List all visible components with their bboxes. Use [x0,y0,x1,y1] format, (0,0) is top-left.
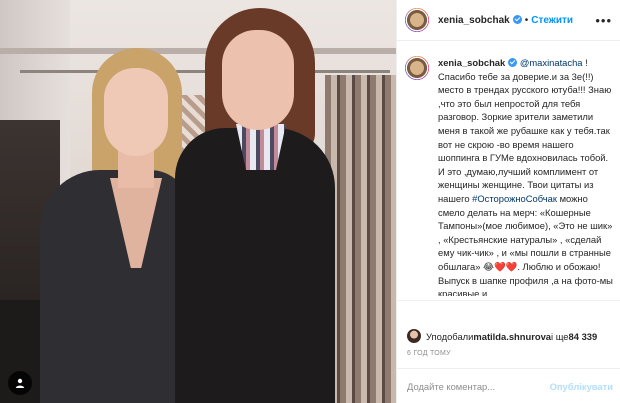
more-options-icon[interactable]: ••• [595,14,612,27]
post-timestamp[interactable]: 6 ГОД ТОМУ [407,350,451,357]
header-username-text[interactable]: xenia_sobchak [438,15,510,26]
caption-body-part-1: ! Спасибо тебе за доверие.и за 3е(!!) ме… [438,57,612,204]
separator-dot: • [524,14,529,26]
person-left-face [104,68,168,156]
person-left-body [40,170,190,403]
follow-button[interactable]: Стежити [531,15,573,26]
liker-username-link[interactable]: matilda.shnurova [473,331,551,342]
post-sidebar: xenia_sobchak • Стежити ••• xenia_sobcha… [396,0,620,403]
caption-text: xenia_sobchak @maxinatacha ! Спасибо теб… [438,56,613,296]
likes-middle: і ще [551,330,569,342]
background-clothes-right [325,75,396,403]
caption-body-part-2: можно смело делать на мерч: «Кошерные Та… [438,192,613,296]
divider [397,300,620,301]
likes-summary: Уподобали matilda.shnurova і ще 84 339 [407,329,597,343]
post-photo[interactable] [0,0,396,403]
background-shelf [0,48,396,54]
verified-badge-icon [508,58,518,67]
verified-badge-icon [512,14,522,24]
person-right-face [222,30,294,130]
person-tag-glyph [15,378,25,388]
caption-row: xenia_sobchak @maxinatacha ! Спасибо теб… [397,48,620,296]
caption-hashtag-link[interactable]: #ОсторожноСобчак [472,193,557,204]
instagram-post: xenia_sobchak • Стежити ••• xenia_sobcha… [0,0,620,403]
avatar[interactable] [405,8,429,32]
likes-count-link[interactable]: 84 339 [569,331,598,342]
caption-mention-link[interactable]: @maxinatacha [520,57,583,68]
header-username[interactable]: xenia_sobchak [438,14,522,26]
post-header: xenia_sobchak • Стежити ••• [397,0,620,41]
caption-scroll-area[interactable]: xenia_sobchak @maxinatacha ! Спасибо теб… [397,48,620,296]
liker-avatar[interactable] [407,329,421,343]
publish-button[interactable]: Опублікувати [550,381,613,392]
likes-prefix: Уподобали [426,330,474,342]
caption-username[interactable]: xenia_sobchak [438,57,505,68]
caption-avatar[interactable] [405,56,429,80]
comment-input[interactable] [407,380,550,392]
person-tag-icon[interactable] [8,371,32,395]
comment-bar: Опублікувати [397,368,620,403]
